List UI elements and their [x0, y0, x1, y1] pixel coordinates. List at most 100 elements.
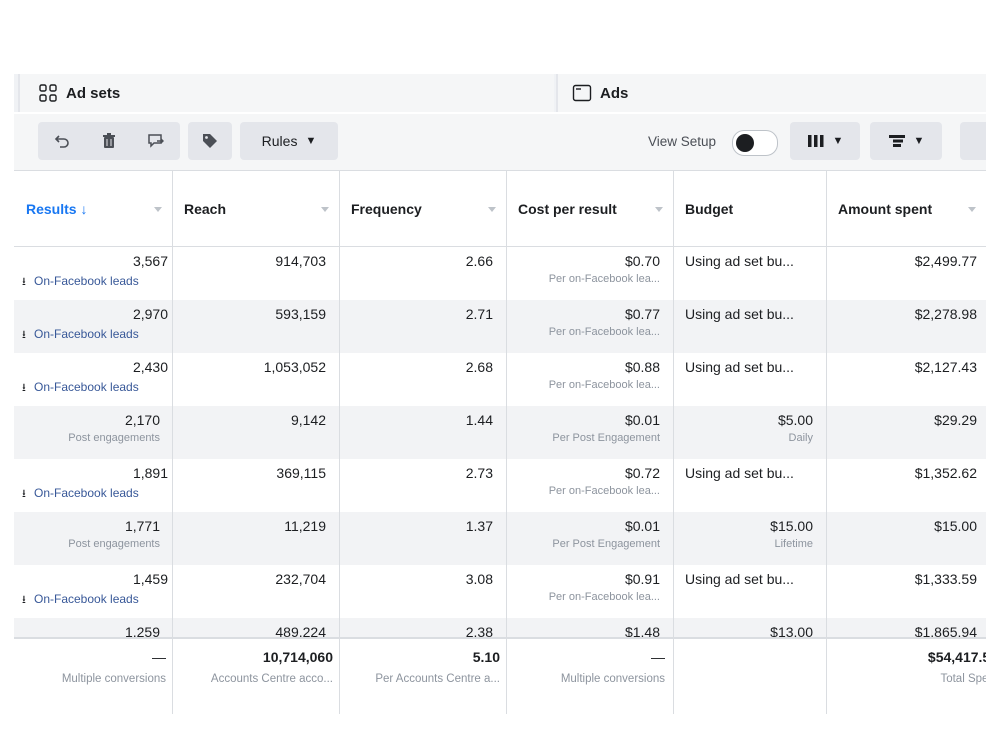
- download-icon: ⭳: [22, 329, 26, 341]
- cell-cost-value: $0.91: [624, 571, 660, 587]
- cell-results-value: 2,430: [132, 359, 168, 375]
- column-header-cost-per-result[interactable]: Cost per result: [506, 171, 673, 246]
- columns-icon: [807, 135, 824, 147]
- cell-frequency-value: 2.68: [465, 359, 493, 375]
- cell-spent-value: $15.00: [934, 518, 977, 534]
- results-type-label[interactable]: On-Facebook leads: [34, 486, 139, 500]
- cell-reach-value: 1,053,052: [263, 359, 326, 375]
- summary-spent-sub: Total Spent: [940, 673, 986, 685]
- summary-spent: $54,417.50 Total Spent: [832, 649, 986, 685]
- column-header-reach-label: Reach: [184, 200, 227, 217]
- column-divider: [826, 171, 827, 714]
- results-type-label[interactable]: On-Facebook leads: [34, 327, 139, 341]
- summary-cost-sub: Multiple conversions: [560, 673, 665, 685]
- cell-cost-value: $0.72: [624, 465, 660, 481]
- cell-budget: Using ad set bu...: [685, 306, 825, 322]
- cell-cost-subtext: Per Post Engagement: [552, 538, 660, 550]
- breakdown-button[interactable]: ▼: [870, 122, 942, 160]
- cell-frequency-value: 2.71: [465, 306, 493, 322]
- table-row[interactable]: 2,970 ⭳ On-Facebook leads 593,159 2.71 $0.77 P…: [14, 300, 986, 353]
- cell-budget-subtext: Lifetime: [774, 538, 813, 550]
- table-header: Results ↓ Reach Frequency Cost per resul…: [14, 171, 986, 247]
- results-type-label[interactable]: On-Facebook leads: [34, 592, 139, 606]
- cell-reach: 593,159: [172, 306, 326, 322]
- cell-spent-value: $2,499.77: [914, 253, 977, 269]
- table-row[interactable]: 1,891 ⭳ On-Facebook leads 369,115 2.73 $0.72 P…: [14, 459, 986, 512]
- cell-results: 1,891 ⭳ On-Facebook leads: [22, 465, 168, 504]
- column-header-results-label: Results ↓: [26, 200, 88, 217]
- tab-ads[interactable]: Ads: [556, 74, 986, 112]
- ads-icon: [572, 84, 592, 102]
- summary-frequency: 5.10 Per Accounts Centre a...: [345, 649, 500, 685]
- more-button[interactable]: [960, 122, 986, 160]
- table-row[interactable]: 1,459 ⭳ On-Facebook leads 232,704 3.08 $0.91 P…: [14, 565, 986, 618]
- sort-arrow-icon: [488, 207, 496, 212]
- undo-icon[interactable]: [39, 132, 86, 150]
- cell-results-subtext: ⭳ On-Facebook leads: [22, 591, 168, 610]
- column-header-reach[interactable]: Reach: [172, 171, 339, 246]
- cell-budget: $5.00 Daily: [673, 412, 813, 444]
- cell-spent: $15.00: [826, 518, 977, 534]
- summary-frequency-sub: Per Accounts Centre a...: [375, 673, 500, 685]
- download-icon: ⭳: [22, 488, 26, 500]
- table-row[interactable]: 1,771 Post engagements 11,219 1.37 $0.01 Per …: [14, 512, 986, 565]
- cell-budget: Using ad set bu...: [685, 465, 825, 481]
- column-header-amount-spent[interactable]: Amount spent: [826, 171, 986, 246]
- column-divider: [172, 171, 173, 714]
- sort-arrow-icon: [655, 207, 663, 212]
- summary-row: — Multiple conversions 10,714,060 Accoun…: [14, 637, 986, 712]
- cell-spent: $2,499.77: [826, 253, 977, 269]
- results-type-label[interactable]: On-Facebook leads: [34, 274, 139, 288]
- ad-sets-icon: [39, 84, 57, 102]
- cell-spent-value: $1,333.59: [914, 571, 977, 587]
- cell-results: 3,567 ⭳ On-Facebook leads: [22, 253, 168, 292]
- cell-cost-subtext: Per on-Facebook lea...: [548, 326, 660, 338]
- cell-cost-subtext: Per on-Facebook lea...: [548, 591, 660, 603]
- column-header-budget[interactable]: Budget: [673, 171, 826, 246]
- cell-frequency: 2.73: [339, 465, 493, 481]
- tag-button[interactable]: [188, 122, 232, 160]
- cell-cost: $0.91 Per on-Facebook lea...: [506, 571, 660, 603]
- cell-cost-subtext: Per on-Facebook lea...: [548, 379, 660, 391]
- columns-button[interactable]: ▼: [790, 122, 860, 160]
- cell-spent-value: $29.29: [934, 412, 977, 428]
- column-header-frequency[interactable]: Frequency: [339, 171, 506, 246]
- duplicate-icon[interactable]: [133, 132, 180, 150]
- cell-cost: $0.77 Per on-Facebook lea...: [506, 306, 660, 338]
- cell-cost-value: $0.77: [624, 306, 660, 322]
- rules-button[interactable]: Rules ▼: [240, 122, 338, 160]
- tab-ad-sets[interactable]: Ad sets: [18, 74, 554, 112]
- download-icon: ⭳: [22, 382, 26, 394]
- ads-manager-panel: Ad sets Ads Rules ▼ View Setup ▼ ▼ Resul…: [14, 74, 986, 714]
- summary-frequency-value: 5.10: [472, 649, 500, 665]
- column-header-spent-label: Amount spent: [838, 200, 933, 217]
- cell-frequency: 1.44: [339, 412, 493, 428]
- cell-frequency: 2.66: [339, 253, 493, 269]
- cell-cost-value: $0.88: [624, 359, 660, 375]
- summary-spent-value: $54,417.50: [927, 649, 986, 665]
- cell-results-value: 1,771: [124, 518, 160, 534]
- cell-results: 1,771 Post engagements: [14, 518, 160, 550]
- table-row[interactable]: 2,430 ⭳ On-Facebook leads 1,053,052 2.68 $0.8…: [14, 353, 986, 406]
- cell-reach: 9,142: [172, 412, 326, 428]
- cell-results: 2,430 ⭳ On-Facebook leads: [22, 359, 168, 398]
- summary-reach-sub: Accounts Centre acco...: [210, 673, 333, 685]
- column-divider: [506, 171, 507, 714]
- column-header-results[interactable]: Results ↓: [14, 171, 172, 246]
- summary-results-sub: Multiple conversions: [61, 673, 166, 685]
- cell-spent: $2,127.43: [826, 359, 977, 375]
- cell-cost-value: $0.01: [624, 518, 660, 534]
- results-type-label[interactable]: On-Facebook leads: [34, 380, 139, 394]
- cell-spent-value: $2,127.43: [914, 359, 977, 375]
- cell-budget-subtext: Daily: [788, 432, 813, 444]
- cell-budget-value: Using ad set bu...: [685, 465, 794, 481]
- table-row[interactable]: 3,567 ⭳ On-Facebook leads 914,703 2.66 $0.70 P…: [14, 247, 986, 300]
- rules-label: Rules: [261, 133, 298, 149]
- cell-results-value: 2,970: [132, 306, 168, 322]
- cell-cost: $0.01 Per Post Engagement: [506, 412, 660, 444]
- cell-cost-subtext: Per on-Facebook lea...: [548, 485, 660, 497]
- cell-budget-value: $5.00: [777, 412, 813, 428]
- trash-icon[interactable]: [86, 132, 133, 150]
- table-row[interactable]: 2,170 Post engagements 9,142 1.44 $0.01 Per P…: [14, 406, 986, 459]
- view-setup-toggle[interactable]: [732, 130, 778, 156]
